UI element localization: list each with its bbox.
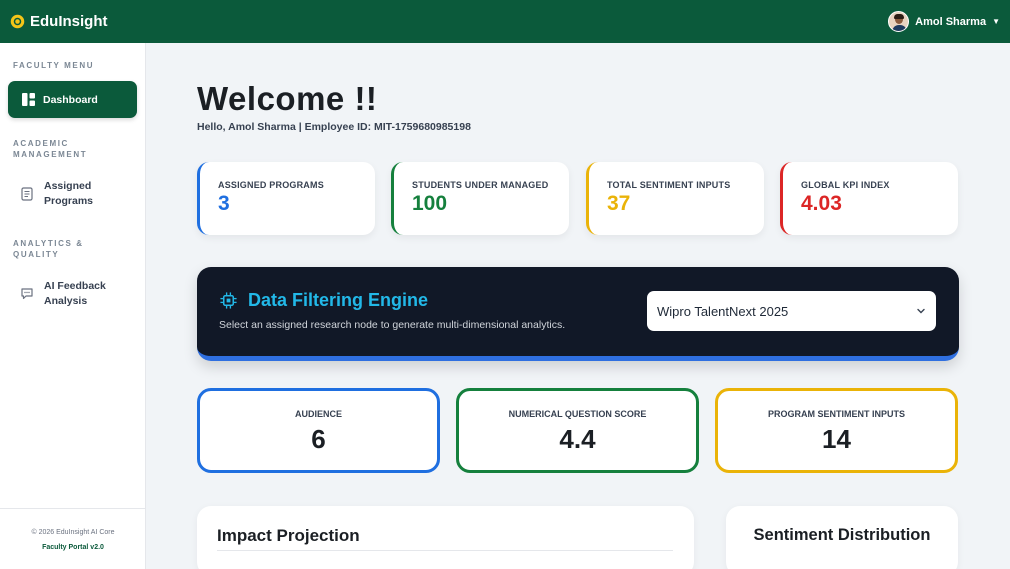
- brand[interactable]: EduInsight: [10, 13, 108, 30]
- sidebar: FACULTY MENU Dashboard ACADEMIC MANAGEME…: [0, 43, 146, 569]
- stat-label: ASSIGNED PROGRAMS: [218, 180, 324, 190]
- engine-title: Data Filtering Engine: [219, 290, 428, 311]
- metric-value: 6: [311, 424, 326, 454]
- sidebar-item-label: AI Feedback Analysis: [44, 280, 106, 307]
- program-select-value: Wipro TalentNext 2025: [657, 303, 789, 319]
- panel-divider: [217, 550, 673, 551]
- section-label-academic: ACADEMIC MANAGEMENT: [13, 139, 88, 159]
- section-label-faculty: FACULTY MENU: [13, 61, 95, 70]
- metric-card-program-sentiment: PROGRAM SENTIMENT INPUTS 14: [715, 388, 958, 473]
- user-name: Amol Sharma: [915, 15, 987, 28]
- page-title: Welcome !!: [197, 80, 378, 117]
- brand-name: EduInsight: [30, 13, 108, 30]
- caret-down-icon: ▼: [992, 17, 1000, 26]
- program-select[interactable]: Wipro TalentNext 2025: [647, 291, 936, 331]
- stat-value: 4.03: [801, 192, 842, 215]
- chevron-down-icon: [917, 308, 925, 314]
- metric-card-question-score: NUMERICAL QUESTION SCORE 4.4: [456, 388, 699, 473]
- copyright-text: © 2026 EduInsight AI Core: [31, 529, 115, 536]
- document-icon: [21, 187, 33, 201]
- sidebar-divider: [0, 508, 146, 509]
- stat-card-sentiment-inputs: TOTAL SENTIMENT INPUTS 37: [586, 162, 764, 235]
- engine-subtitle: Select an assigned research node to gene…: [219, 319, 566, 331]
- stat-label: STUDENTS UNDER MANAGED: [412, 180, 549, 190]
- stat-card-assigned-programs: ASSIGNED PROGRAMS 3: [197, 162, 375, 235]
- greeting-line: Hello, Amol Sharma | Employee ID: MIT-17…: [197, 121, 471, 133]
- stat-value: 3: [218, 192, 230, 215]
- sidebar-item-label: Assigned Programs: [44, 180, 94, 207]
- metric-value: 4.4: [559, 424, 596, 454]
- section-label-analytics: ANALYTICS & QUALITY: [13, 239, 84, 259]
- metric-label: AUDIENCE: [294, 409, 342, 419]
- sentiment-distribution-panel: Sentiment Distribution: [726, 506, 958, 569]
- chat-bubble-icon: [21, 288, 33, 300]
- sidebar-item-label: Dashboard: [43, 93, 98, 106]
- sidebar-item-assigned-programs[interactable]: Assigned Programs: [20, 179, 130, 209]
- metric-label: NUMERICAL QUESTION SCORE: [508, 409, 647, 419]
- version-text: Faculty Portal v2.0: [42, 544, 104, 551]
- sidebar-item-ai-feedback[interactable]: AI Feedback Analysis: [20, 279, 130, 309]
- stat-label: TOTAL SENTIMENT INPUTS: [607, 180, 731, 190]
- sidebar-item-dashboard[interactable]: Dashboard: [8, 81, 137, 118]
- stat-label: GLOBAL KPI INDEX: [801, 180, 890, 190]
- avatar: [888, 11, 910, 32]
- sidebar-footer: © 2026 EduInsight AI Core Faculty Portal…: [0, 529, 146, 551]
- metric-label: PROGRAM SENTIMENT INPUTS: [767, 409, 905, 419]
- data-filtering-engine: Data Filtering Engine Select an assigned…: [197, 267, 959, 361]
- metric-card-audience: AUDIENCE 6: [197, 388, 440, 473]
- engine-title-text: Data Filtering Engine: [248, 290, 429, 310]
- stat-value: 100: [412, 192, 448, 215]
- chip-icon: [220, 292, 237, 309]
- panel-title: Impact Projection: [217, 526, 360, 545]
- panel-title: Sentiment Distribution: [753, 526, 931, 544]
- top-bar: EduInsight Amol Sharma ▼: [0, 0, 1010, 43]
- user-menu[interactable]: Amol Sharma ▼: [888, 11, 1000, 32]
- metric-value: 14: [822, 424, 851, 454]
- stat-value: 37: [607, 192, 631, 215]
- stat-card-students: STUDENTS UNDER MANAGED 100: [391, 162, 569, 235]
- dashboard-icon: [22, 93, 35, 106]
- sun-logo-icon: [10, 14, 25, 29]
- stat-card-kpi-index: GLOBAL KPI INDEX 4.03: [780, 162, 958, 235]
- impact-projection-panel: Impact Projection: [197, 506, 694, 569]
